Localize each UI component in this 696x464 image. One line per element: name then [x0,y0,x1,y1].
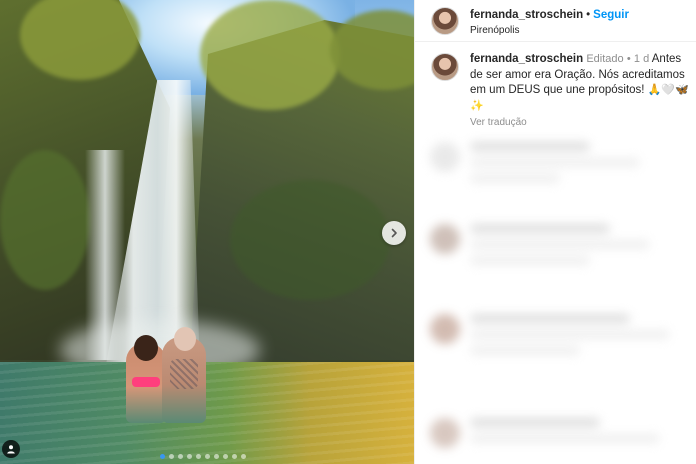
avatar [430,224,460,254]
list-item [430,418,660,450]
photo-woman-hair [134,335,158,361]
photo-man-tattoo [170,359,198,389]
comment-placeholder [470,314,670,362]
photo-woman-bikini [132,377,160,387]
comment-placeholder [470,142,640,190]
avatar [430,142,460,172]
text-placeholder [470,256,590,265]
carousel-dots [160,454,246,459]
avatar [430,314,460,344]
photo-man [162,327,206,423]
text-placeholder [470,330,670,339]
text-placeholder [470,142,590,151]
header-separator: • [586,8,591,21]
photo-man-head [174,327,196,351]
photo-foliage [0,150,90,290]
post-caption: fernanda_stroschein Editado • 1 d Antes … [415,42,696,130]
text-placeholder [470,434,660,443]
text-placeholder [470,418,600,427]
text-placeholder [470,346,580,355]
caption-edited-label: Editado [586,53,624,65]
post-location[interactable]: Pirenópolis [470,25,629,38]
caption-time[interactable]: 1 d [634,53,649,65]
carousel-dot [223,454,228,459]
list-item [430,224,650,272]
carousel-dot [241,454,246,459]
avatar[interactable] [431,6,459,35]
text-placeholder [470,240,650,249]
blurred-comments [414,122,696,464]
photo-woman [126,335,166,423]
comment-placeholder [470,224,650,272]
list-item [430,314,670,362]
post-photo[interactable] [0,0,414,464]
photo-foliage [200,0,340,110]
post-header: fernanda_stroschein • Seguir Pirenópolis [415,0,696,42]
text-placeholder [470,314,630,323]
caption-separator: • [626,53,631,65]
avatar[interactable] [431,53,459,81]
carousel-dot [196,454,201,459]
text-placeholder [470,224,610,233]
post-header-text: fernanda_stroschein • Seguir Pirenópolis [470,4,629,38]
carousel-next-button[interactable] [382,221,406,245]
carousel-dot [232,454,237,459]
user-icon [7,445,15,454]
carousel-dot [205,454,210,459]
carousel-dot [187,454,192,459]
carousel-dot [178,454,183,459]
photo-foliage [230,180,390,300]
list-item [430,142,640,190]
carousel-dot [169,454,174,459]
text-placeholder [470,158,640,167]
caption-username[interactable]: fernanda_stroschein [470,53,583,65]
comment-placeholder [470,418,660,450]
caption-body: fernanda_stroschein Editado • 1 d Antes … [470,52,696,130]
text-placeholder [470,174,560,183]
follow-button[interactable]: Seguir [593,9,629,21]
header-username[interactable]: fernanda_stroschein [470,9,583,21]
carousel-dot [214,454,219,459]
tagged-users-button[interactable] [2,440,20,458]
avatar [430,418,460,448]
photo-couple [122,327,208,423]
chevron-right-icon [391,228,397,238]
carousel-dot [160,454,165,459]
